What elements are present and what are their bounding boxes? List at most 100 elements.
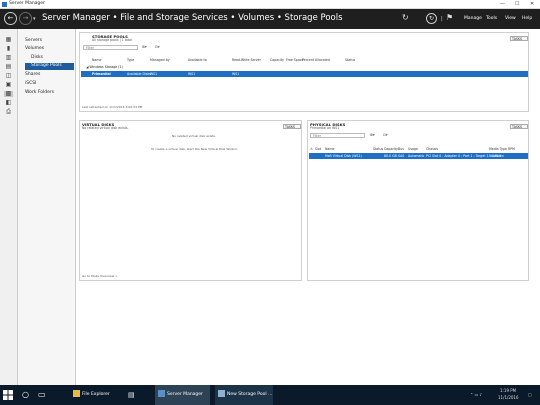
dashboard-icon[interactable]: ▦ bbox=[4, 37, 13, 43]
taskbar-pinned-icon[interactable]: ▤ bbox=[125, 385, 150, 405]
system-tray-icons[interactable]: ⌃ ▭ ♪ bbox=[470, 392, 482, 397]
col-percent-allocated[interactable]: Percent Allocated bbox=[302, 58, 330, 62]
storage-pools-filter-input[interactable]: Filter bbox=[83, 45, 138, 50]
navigation-pane: Servers Volumes Disks Storage Pools Shar… bbox=[18, 29, 76, 385]
col-usage[interactable]: Usage bbox=[408, 147, 418, 151]
taskbar: ○ ▭ File Explorer ▤ Server Manager New S… bbox=[0, 385, 540, 405]
nav-item-iscsi[interactable]: iSCSI bbox=[25, 81, 36, 86]
col-disk-name[interactable]: Name bbox=[325, 147, 334, 151]
breadcrumb: Server Manager • File and Storage Servic… bbox=[42, 13, 343, 23]
cell-bus: SAS bbox=[398, 154, 405, 158]
cell-managed-by: WS1 bbox=[150, 72, 158, 76]
col-media-type[interactable]: Media Type bbox=[489, 147, 507, 151]
go-to-disks-overview-link[interactable]: Go to Disks Overview > bbox=[82, 274, 118, 278]
nav-item-storage-pools[interactable]: Storage Pools bbox=[25, 63, 74, 70]
storage-pools-filter-options-icon[interactable]: ⊞▾ bbox=[142, 45, 147, 50]
col-rpm[interactable]: RPM bbox=[508, 147, 515, 151]
notifications-icon[interactable]: ▢ bbox=[528, 392, 532, 397]
iis-icon[interactable]: ◫ bbox=[4, 73, 13, 79]
menu-help[interactable]: Help bbox=[522, 16, 532, 21]
server-manager-icon bbox=[158, 390, 165, 397]
col-read-write-server[interactable]: Read-Write Server bbox=[232, 58, 261, 62]
col-warning[interactable]: ⚠ bbox=[310, 147, 313, 151]
col-bus[interactable]: Bus bbox=[398, 147, 404, 151]
table-row[interactable]: Msft Virtual Disk (WS1) 80.0 GB SAS Auto… bbox=[309, 153, 528, 159]
clock-time[interactable]: 1:19 PM bbox=[500, 388, 516, 393]
physical-disks-filter-options-icon[interactable]: ⊞▾ bbox=[370, 133, 375, 138]
physical-disks-filter-input[interactable]: Filter bbox=[310, 133, 365, 138]
storage-pools-subtitle: All storage pools | 1 total bbox=[92, 38, 132, 42]
nav-item-shares[interactable]: Shares bbox=[25, 72, 40, 77]
maximize-button[interactable]: ☐ bbox=[515, 1, 519, 7]
printer-icon[interactable]: ⎙ bbox=[4, 109, 13, 115]
print-services-icon[interactable]: ▣ bbox=[4, 82, 13, 88]
window-title: Server Manager bbox=[9, 1, 45, 6]
taskbar-item-label: File Explorer bbox=[82, 392, 110, 397]
nav-item-servers[interactable]: Servers bbox=[25, 38, 42, 43]
all-servers-icon[interactable]: ▥ bbox=[4, 55, 13, 61]
main-content: STORAGE POOLS All storage pools | 1 tota… bbox=[76, 29, 540, 385]
title-bar: Server Manager — ☐ ✕ bbox=[0, 0, 540, 9]
forward-arrow-icon[interactable]: → bbox=[19, 12, 32, 25]
server-manager-window: Server Manager — ☐ ✕ ← → ▾ Server Manage… bbox=[0, 0, 540, 405]
windows-start-icon[interactable] bbox=[3, 390, 13, 400]
col-slot[interactable]: Slot bbox=[315, 147, 321, 151]
col-disk-status[interactable]: Status bbox=[373, 147, 383, 151]
server-manager-app-icon bbox=[2, 2, 7, 7]
col-status[interactable]: Status bbox=[345, 58, 355, 62]
wizard-icon bbox=[218, 390, 225, 397]
cell-disk-capacity: 80.0 GB bbox=[384, 154, 397, 158]
storage-pools-tasks-button[interactable]: TASKS bbox=[510, 36, 528, 41]
storage-pools-group-icon[interactable]: ⊡▾ bbox=[155, 45, 160, 50]
minimize-button[interactable]: — bbox=[500, 1, 505, 7]
group-label: Windows Storage (1) bbox=[89, 65, 123, 69]
virtual-disks-tasks-button[interactable]: TASKS bbox=[283, 124, 301, 129]
taskbar-new-storage-pool[interactable]: New Storage Pool ... bbox=[215, 385, 273, 405]
notifications-flag-icon[interactable]: ⚑ bbox=[446, 13, 453, 22]
storage-pools-panel: STORAGE POOLS All storage pools | 1 tota… bbox=[79, 32, 529, 112]
menu-tools[interactable]: Tools bbox=[486, 16, 497, 21]
collapse-icon[interactable]: ◧ bbox=[4, 100, 13, 106]
taskbar-item-label: New Storage Pool ... bbox=[227, 392, 273, 397]
col-available-to[interactable]: Available to bbox=[188, 58, 207, 62]
taskbar-file-explorer[interactable]: File Explorer bbox=[70, 385, 122, 405]
search-icon[interactable]: ○ bbox=[22, 385, 29, 405]
taskbar-item-label: Server Manager bbox=[167, 392, 203, 397]
virtual-disks-empty-message: No related virtual disk exists. bbox=[172, 134, 216, 138]
separator-icon: | bbox=[441, 16, 443, 22]
history-dropdown-icon[interactable]: ▾ bbox=[33, 16, 36, 22]
header-bar: ← → ▾ Server Manager • File and Storage … bbox=[0, 9, 540, 29]
close-button[interactable]: ✕ bbox=[530, 1, 534, 7]
clock-date[interactable]: 11/1/2016 bbox=[498, 395, 519, 400]
menu-manage[interactable]: Manage bbox=[464, 16, 482, 21]
col-type[interactable]: Type bbox=[127, 58, 134, 62]
virtual-disks-wizard-hint: To create a virtual disk, start the New … bbox=[151, 147, 238, 151]
taskbar-server-manager[interactable]: Server Manager bbox=[155, 385, 210, 405]
nav-item-disks[interactable]: Disks bbox=[31, 55, 43, 60]
physical-disks-group-icon[interactable]: ⊡▾ bbox=[383, 133, 388, 138]
local-server-icon[interactable]: ▮ bbox=[4, 46, 13, 52]
col-managed-by[interactable]: Managed by bbox=[150, 58, 170, 62]
refresh-icon[interactable]: ↻ bbox=[402, 13, 409, 22]
physical-disks-subtitle: Primordial on WS1 bbox=[310, 126, 340, 130]
col-free-space[interactable]: Free Space bbox=[286, 58, 304, 62]
col-capacity[interactable]: Capacity bbox=[270, 58, 284, 62]
cell-usage: Automatic bbox=[408, 154, 425, 158]
storage-icon[interactable]: ▩ bbox=[4, 91, 13, 97]
virtual-disks-panel: VIRTUAL DISKS No related virtual disk ex… bbox=[79, 120, 302, 281]
col-chassis[interactable]: Chassis bbox=[426, 147, 438, 151]
nav-item-work-folders[interactable]: Work Folders bbox=[25, 90, 54, 95]
nav-item-volumes[interactable]: Volumes bbox=[25, 46, 44, 51]
physical-disks-tasks-button[interactable]: TASKS bbox=[510, 124, 528, 129]
task-view-icon[interactable]: ▭ bbox=[38, 385, 46, 405]
table-row[interactable]: Primordial Available Disks WS1 WS1 WS1 bbox=[81, 71, 528, 77]
file-services-icon[interactable]: ▤ bbox=[4, 64, 13, 70]
folder-icon bbox=[73, 390, 80, 397]
menu-view[interactable]: View bbox=[505, 16, 516, 21]
col-disk-capacity[interactable]: Capacity bbox=[384, 147, 398, 151]
col-name[interactable]: Name bbox=[92, 58, 101, 62]
refresh-circle-icon[interactable]: ↻ bbox=[426, 13, 437, 24]
back-arrow-icon[interactable]: ← bbox=[4, 12, 17, 25]
group-header[interactable]: ◢ Windows Storage (1) bbox=[86, 65, 123, 69]
storage-pools-last-refreshed: Last refreshed on 11/1/2016 3:00:53 PM bbox=[82, 105, 143, 109]
